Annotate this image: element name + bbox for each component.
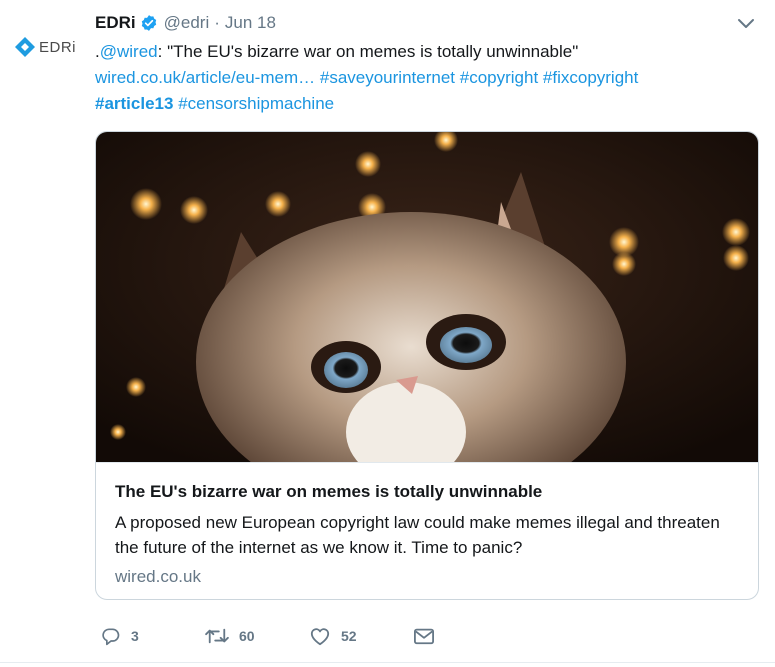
link-card[interactable]: The EU's bizarre war on memes is totally… — [95, 131, 759, 600]
reply-count: 3 — [131, 628, 139, 644]
tweet-body-text: : "The EU's bizarre war on memes is tota… — [157, 42, 579, 61]
retweet-count: 60 — [239, 628, 255, 644]
header-separator: · — [214, 13, 220, 32]
mention-link[interactable]: @wired — [100, 42, 158, 61]
retweet-icon — [205, 628, 229, 644]
article-link[interactable]: wired.co.uk/article/eu-mem… — [95, 68, 315, 87]
hashtag-link[interactable]: #saveyourinternet — [320, 68, 455, 87]
retweet-button[interactable]: 60 — [205, 624, 255, 648]
card-title: The EU's bizarre war on memes is totally… — [115, 482, 543, 501]
reply-button[interactable]: 3 — [101, 624, 139, 648]
like-icon — [310, 628, 330, 646]
avatar[interactable]: EDRi — [14, 34, 82, 60]
author-name[interactable]: EDRi — [95, 13, 136, 33]
reply-icon — [102, 628, 120, 646]
tweet-actions: 3 60 52 — [95, 624, 495, 648]
tweet-text: .@wired: "The EU's bizarre war on memes … — [95, 39, 735, 117]
edri-logo-icon — [15, 37, 35, 57]
avatar-logo-text: EDRi — [39, 38, 77, 56]
hashtag-link[interactable]: #fixcopyright — [543, 68, 638, 87]
direct-message-button[interactable] — [413, 624, 435, 648]
verified-badge-icon — [141, 15, 156, 31]
tweet-header: EDRi @edri · Jun 18 — [95, 11, 276, 35]
tweet: EDRi EDRi @edri · Jun 18 .@wired: "The E… — [0, 0, 775, 667]
card-description: A proposed new European copyright law co… — [115, 513, 720, 557]
tweet-date[interactable]: Jun 18 — [225, 13, 276, 33]
card-domain: wired.co.uk — [115, 567, 201, 586]
like-count: 52 — [341, 628, 357, 644]
divider — [0, 662, 775, 663]
hashtag-link[interactable]: #censorshipmachine — [178, 94, 334, 113]
card-body: The EU's bizarre war on memes is totally… — [96, 462, 758, 586]
hashtag-link[interactable]: #article13 — [95, 94, 173, 113]
dm-icon — [414, 628, 434, 645]
hashtag-link[interactable]: #copyright — [460, 68, 538, 87]
caret-down-icon[interactable] — [737, 18, 755, 30]
like-button[interactable]: 52 — [309, 624, 357, 648]
author-handle[interactable]: @edri — [164, 13, 210, 33]
card-image — [96, 132, 758, 462]
